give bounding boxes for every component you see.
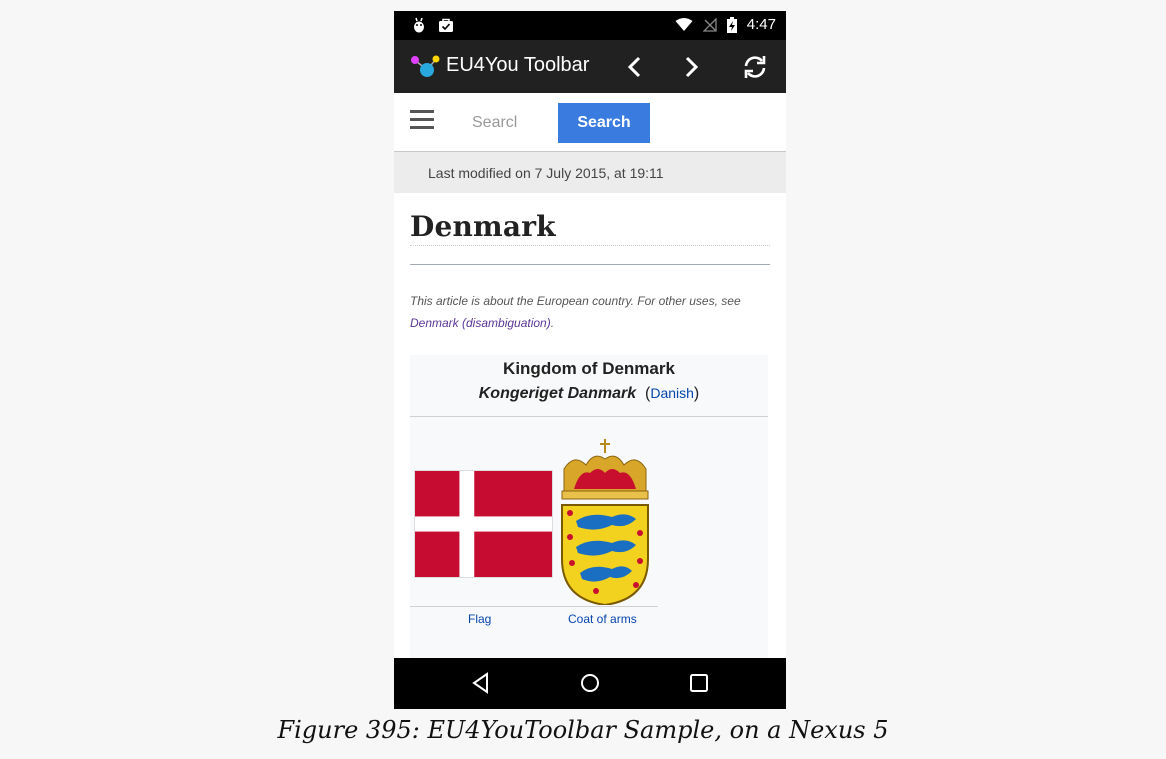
title-divider — [410, 264, 770, 265]
phone-screen: 4:47 EU4You Toolbar Search — [394, 11, 786, 709]
app-logo-icon — [411, 55, 440, 77]
recents-nav-icon[interactable] — [686, 670, 712, 696]
clock: 4:47 — [746, 16, 776, 33]
refresh-icon[interactable] — [740, 52, 770, 82]
navigation-bar — [394, 658, 786, 709]
images-divider — [410, 606, 658, 607]
no-signal-icon — [702, 17, 717, 32]
hatnote: This article is about the European count… — [410, 294, 741, 330]
search-input[interactable] — [470, 111, 534, 135]
flag-link[interactable]: Flag — [468, 612, 491, 626]
back-nav-icon[interactable] — [468, 670, 494, 696]
danish-link[interactable]: Danish — [650, 385, 694, 401]
disambiguation-link[interactable]: Denmark (disambiguation) — [410, 316, 551, 330]
status-bar: 4:47 — [394, 11, 786, 40]
coat-of-arms-image[interactable] — [556, 439, 654, 605]
search-button[interactable]: Search — [558, 103, 650, 143]
figure-caption: Figure 395: EU4YouToolbar Sample, on a N… — [277, 716, 889, 744]
back-chevron-icon[interactable] — [620, 52, 650, 82]
battery-charging-icon — [726, 16, 737, 33]
infobox: Kingdom of Denmark Kongeriget Danmark (D… — [410, 355, 768, 675]
article-content: Denmark This article is about the Europe… — [410, 193, 770, 334]
last-modified-text: Last modified on 7 July 2015, at 19:11 — [428, 165, 664, 181]
app-toolbar: EU4You Toolbar — [394, 40, 786, 93]
hamburger-menu-icon[interactable] — [410, 110, 434, 130]
forward-chevron-icon[interactable] — [676, 52, 706, 82]
infobox-divider — [410, 416, 768, 417]
app-title: EU4You Toolbar — [446, 54, 590, 76]
coat-of-arms-link[interactable]: Coat of arms — [568, 612, 637, 626]
search-bar: Search — [394, 93, 786, 152]
shopping-bag-icon — [439, 18, 453, 32]
home-nav-icon[interactable] — [577, 670, 603, 696]
last-modified-bar[interactable]: Last modified on 7 July 2015, at 19:11 — [394, 152, 786, 193]
infobox-name: Kingdom of Denmark — [503, 359, 675, 378]
flag-of-denmark-image[interactable] — [414, 470, 553, 578]
infobox-native-name: Kongeriget Danmark (Danish) — [478, 385, 700, 402]
wifi-icon — [675, 17, 693, 31]
android-debug-icon — [414, 17, 424, 33]
page-title: Denmark — [410, 210, 770, 246]
